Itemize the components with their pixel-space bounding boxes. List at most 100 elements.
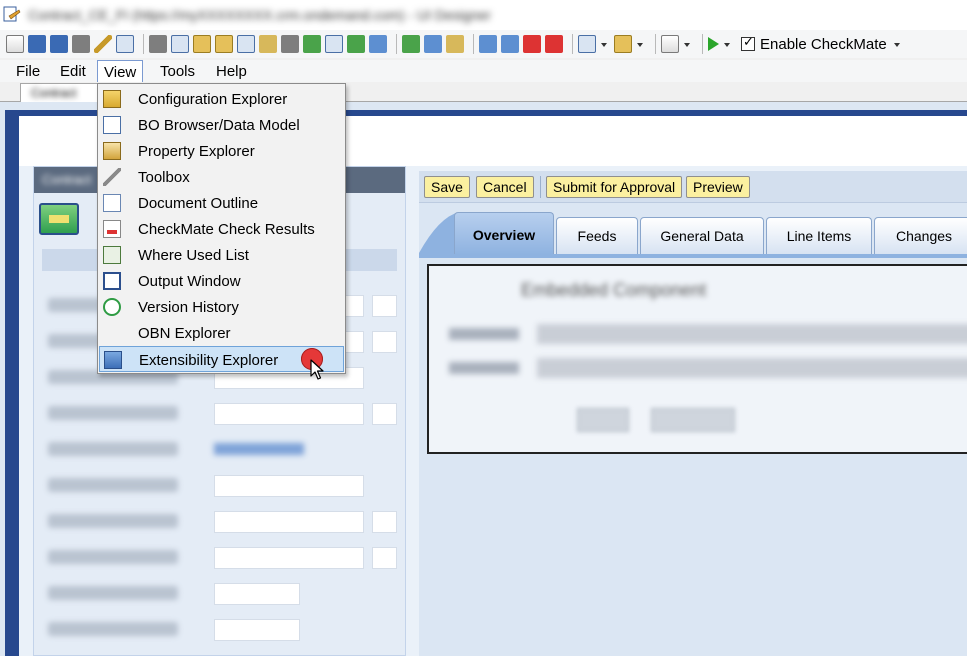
form-field[interactable]: [214, 619, 300, 641]
bo-browser-icon: [103, 116, 121, 134]
toolbox-icon: [103, 168, 121, 186]
refresh-icon[interactable]: [424, 35, 442, 53]
menu-item-label: Configuration Explorer: [138, 91, 288, 108]
print-icon[interactable]: [72, 35, 90, 53]
form-link[interactable]: [214, 443, 304, 455]
blurred-button[interactable]: [651, 408, 735, 432]
form-field[interactable]: [214, 403, 364, 425]
menu-tools[interactable]: Tools: [160, 63, 195, 80]
version-history-tool-icon[interactable]: [347, 35, 365, 53]
form-field[interactable]: [214, 547, 364, 569]
output-window-tool-icon[interactable]: [325, 35, 343, 53]
title-bar: Contract_CE_FI (https://myXXXXXXXX.crm.o…: [0, 0, 967, 30]
preview-button[interactable]: Preview: [686, 176, 750, 198]
toolbar-separator: [655, 34, 656, 54]
menu-item-checkmate-results[interactable]: CheckMate Check Results: [99, 216, 344, 242]
mouse-pointer-icon: [310, 359, 324, 380]
chevron-down-icon[interactable]: [723, 35, 731, 53]
menu-item-label: OBN Explorer: [138, 325, 231, 342]
action-toolbar: Save Cancel Submit for Approval Preview: [419, 171, 967, 203]
configuration-explorer-tool-icon[interactable]: [215, 35, 233, 53]
menu-item-label: Extensibility Explorer: [139, 352, 279, 369]
run-icon[interactable]: [708, 37, 719, 51]
xml-icon[interactable]: [661, 35, 679, 53]
field-label: [449, 328, 519, 340]
save-all-icon[interactable]: [50, 35, 68, 53]
checkmate-checkbox[interactable]: [741, 35, 755, 51]
export-icon[interactable]: [402, 35, 420, 53]
menu-file[interactable]: File: [16, 63, 40, 80]
object-type-icon: [39, 203, 79, 235]
tab-underline: [419, 254, 967, 258]
edit-pencil-icon[interactable]: [94, 35, 112, 53]
tab-general-data[interactable]: General Data: [640, 217, 764, 255]
new-document-icon[interactable]: [6, 35, 24, 53]
form-row: [42, 545, 397, 571]
where-used-tool-icon[interactable]: [303, 35, 321, 53]
toolbar-separator: [540, 176, 541, 198]
copy-icon[interactable]: [171, 35, 189, 53]
header-panel-title: Contract: [42, 172, 92, 187]
cancel-button[interactable]: Cancel: [476, 176, 534, 198]
form-row: [42, 581, 397, 607]
toolbar-separator: [396, 34, 397, 54]
menu-item-label: Toolbox: [138, 169, 190, 186]
blurred-button[interactable]: [577, 408, 629, 432]
document-outline-icon: [103, 194, 121, 212]
chevron-down-icon[interactable]: [893, 35, 901, 53]
app-icon: [3, 6, 21, 22]
submit-for-approval-button[interactable]: Submit for Approval: [546, 176, 683, 198]
document-tab[interactable]: Contract: [20, 83, 98, 102]
paste-icon[interactable]: [193, 35, 211, 53]
field-value: [537, 324, 967, 344]
configuration-explorer-icon: [103, 90, 121, 108]
enable-checkmate-toggle[interactable]: Enable CheckMate: [737, 32, 893, 56]
menu-item-label: Where Used List: [138, 247, 249, 264]
menu-item-obn-explorer[interactable]: OBN Explorer: [99, 320, 344, 346]
menu-item-output-window[interactable]: Output Window: [99, 268, 344, 294]
menu-item-bo-browser[interactable]: BO Browser/Data Model: [99, 112, 344, 138]
menu-view[interactable]: View: [97, 60, 144, 82]
bo-browser-tool-icon[interactable]: [237, 35, 255, 53]
align-icon[interactable]: [479, 35, 497, 53]
menu-item-property-explorer[interactable]: Property Explorer: [99, 138, 344, 164]
property-explorer-tool-icon[interactable]: [259, 35, 277, 53]
save-icon[interactable]: [28, 35, 46, 53]
chevron-down-icon[interactable]: [600, 35, 608, 53]
clean-icon[interactable]: [446, 35, 464, 53]
tab-changes[interactable]: Changes: [874, 217, 967, 255]
menu-item-toolbox[interactable]: Toolbox: [99, 164, 344, 190]
layout-icon[interactable]: [116, 35, 134, 53]
form-row: [42, 437, 397, 463]
form-field[interactable]: [214, 511, 364, 533]
checkmate-results-icon: [103, 220, 121, 238]
tab-overview[interactable]: Overview: [454, 212, 554, 255]
form-field[interactable]: [214, 475, 364, 497]
tab-feeds[interactable]: Feeds: [556, 217, 638, 255]
menu-edit[interactable]: Edit: [60, 63, 86, 80]
menu-item-label: CheckMate Check Results: [138, 221, 315, 238]
chevron-down-icon[interactable]: [683, 35, 691, 53]
cut-icon[interactable]: [149, 35, 167, 53]
save-button[interactable]: Save: [424, 176, 470, 198]
menu-help[interactable]: Help: [216, 63, 247, 80]
menu-item-where-used-list[interactable]: Where Used List: [99, 242, 344, 268]
form-row: [42, 617, 397, 643]
toolbar-separator: [143, 34, 144, 54]
preview-zoom-icon[interactable]: [578, 35, 596, 53]
menu-item-configuration-explorer[interactable]: Configuration Explorer: [99, 86, 344, 112]
toolbox-tool-icon[interactable]: [281, 35, 299, 53]
menu-item-document-outline[interactable]: Document Outline: [99, 190, 344, 216]
help-icon[interactable]: [614, 35, 632, 53]
chevron-down-icon[interactable]: [636, 35, 644, 53]
menu-item-version-history[interactable]: Version History: [99, 294, 344, 320]
menu-item-label: Output Window: [138, 273, 241, 290]
tab-line-items[interactable]: Line Items: [766, 217, 872, 255]
remove-node-icon[interactable]: [523, 35, 541, 53]
embedded-component-pane[interactable]: Embedded Component: [427, 264, 967, 454]
delete-node-icon[interactable]: [545, 35, 563, 53]
toolbar-separator: [572, 34, 573, 54]
form-field[interactable]: [214, 583, 300, 605]
extensibility-explorer-tool-icon[interactable]: [369, 35, 387, 53]
tree-icon[interactable]: [501, 35, 519, 53]
